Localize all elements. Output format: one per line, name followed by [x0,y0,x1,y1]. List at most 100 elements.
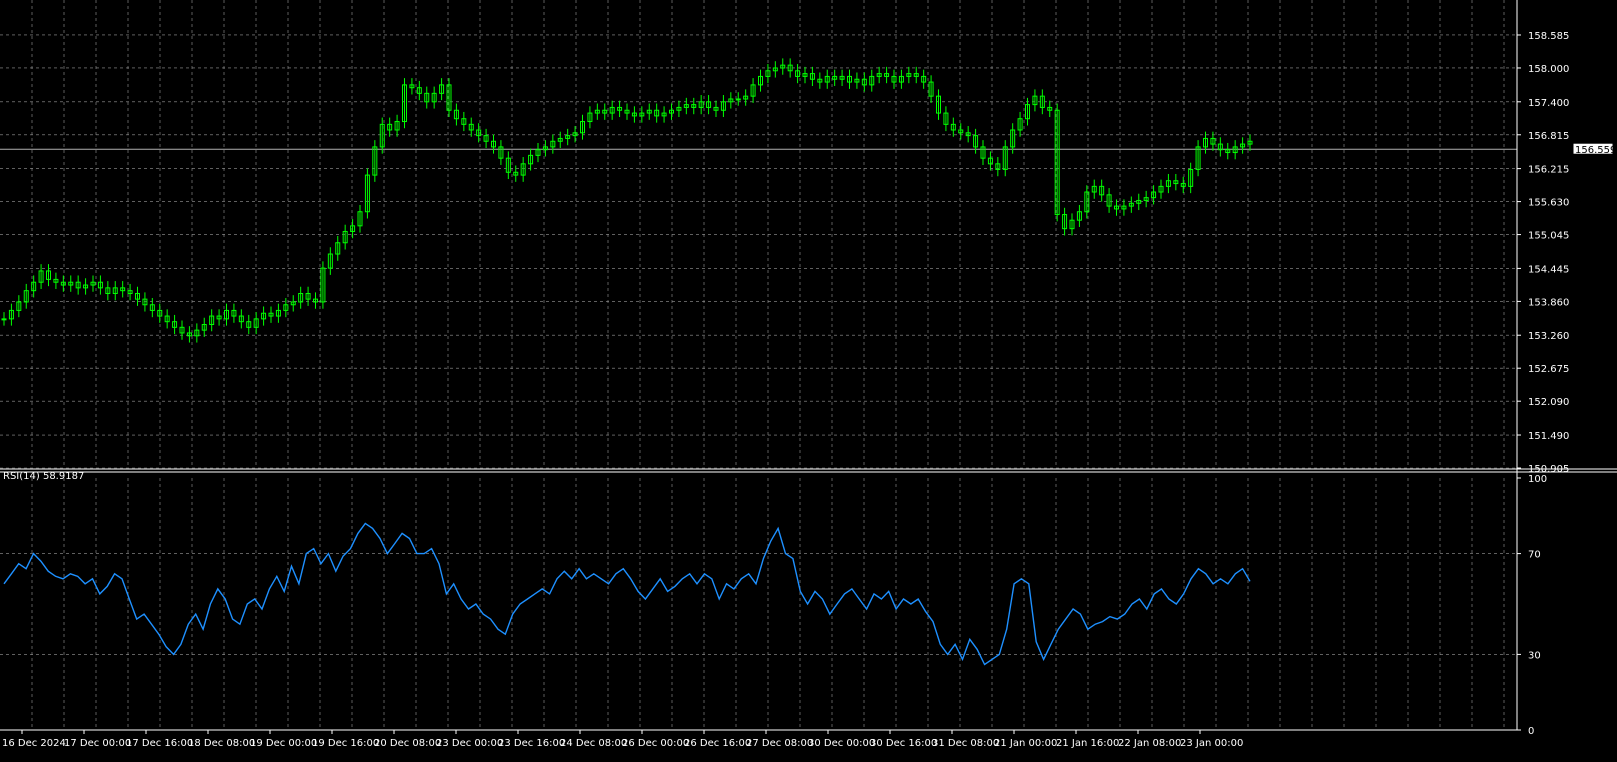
price-candle[interactable] [16,295,22,318]
price-candle[interactable] [112,281,118,301]
price-candle[interactable] [572,126,578,143]
price-candle[interactable] [1069,213,1075,236]
price-candle[interactable] [795,64,801,84]
chart-canvas[interactable]: 158.585 158.000 157.400 156.815 156.215 155.6… [0,0,1617,758]
price-candle[interactable] [127,283,133,301]
price-candle[interactable] [453,103,459,126]
price-candle[interactable] [387,117,393,137]
price-candle[interactable] [691,97,697,115]
price-candle[interactable] [1128,196,1134,213]
price-candle[interactable] [995,157,1001,177]
price-candle[interactable] [906,66,912,84]
price-candle[interactable] [468,117,474,137]
price-candle[interactable] [958,123,964,140]
price-candle[interactable] [876,66,882,84]
price-candle[interactable] [973,128,979,154]
price-candle[interactable] [120,281,126,298]
price-candle[interactable] [839,69,845,87]
rsi-panel[interactable] [3,522,1251,666]
price-candle[interactable] [216,309,222,326]
price-candle[interactable] [483,128,489,149]
price-candle[interactable] [1165,173,1171,194]
price-candle[interactable] [750,78,756,103]
price-candle[interactable] [602,103,608,120]
price-candle[interactable] [1247,134,1253,151]
price-candle[interactable] [817,72,823,89]
price-candle[interactable] [461,111,467,132]
price-candle[interactable] [46,264,51,287]
price-candle[interactable] [1099,179,1105,202]
price-candle[interactable] [1188,162,1194,194]
price-candle[interactable] [164,309,170,329]
price-candle[interactable] [780,58,786,75]
price-candle[interactable] [861,72,867,92]
price-candle[interactable] [1217,137,1223,157]
price-candle[interactable] [68,275,74,292]
price-candle[interactable] [268,306,274,323]
price-candle[interactable] [231,303,237,323]
price-candle[interactable] [847,69,852,89]
price-candle[interactable] [854,72,860,89]
price-candle[interactable] [550,134,556,154]
rsi-series-line[interactable] [3,522,1251,666]
price-candle[interactable] [1195,140,1201,177]
price-candle[interactable] [105,281,111,301]
price-candle[interactable] [1002,140,1008,177]
price-candle[interactable] [201,317,207,337]
price-candle[interactable] [424,86,430,109]
price-candle[interactable] [275,303,281,323]
price-candle[interactable] [943,106,949,132]
price-candle[interactable] [224,303,229,326]
price-candle[interactable] [402,78,407,129]
price-candle[interactable] [172,314,178,335]
price-candle[interactable] [928,75,934,103]
price-candle[interactable] [342,224,348,250]
price-candle[interactable] [1047,100,1053,118]
price-candle[interactable] [149,298,155,318]
price-candle[interactable] [661,106,667,123]
price-candle[interactable] [728,92,734,109]
price-candle[interactable] [1240,137,1246,154]
price-candle[interactable] [75,275,81,295]
price-candle[interactable] [364,168,370,219]
price-candle[interactable] [987,151,993,171]
price-candle[interactable] [313,292,318,309]
price-candle[interactable] [439,78,445,101]
price-candle[interactable] [1017,111,1023,137]
price-candle[interactable] [683,97,689,115]
price-candle[interactable] [913,66,919,84]
price-candle[interactable] [594,103,600,120]
price-candle[interactable] [305,286,311,306]
price-candle[interactable] [1032,89,1038,112]
price-candle[interactable] [824,69,830,89]
price-candle[interactable] [617,100,623,118]
price-candle[interactable] [654,103,660,123]
price-candle[interactable] [631,106,637,123]
price-candle[interactable] [869,69,875,92]
trading-chart[interactable]: 158.585 158.000 157.400 156.815 156.215 155.6… [0,0,1617,758]
price-candle[interactable] [936,89,941,120]
price-candle[interactable] [335,235,341,261]
price-candle[interactable] [246,314,252,335]
price-candle[interactable] [23,283,29,309]
price-candle[interactable] [535,142,541,163]
price-candle[interactable] [431,86,437,109]
price-candle[interactable] [1143,190,1149,208]
price-candle[interactable] [1232,140,1238,160]
price-candle[interactable] [891,69,897,89]
price-candle[interactable] [832,69,838,87]
price-candle[interactable] [186,326,192,343]
price-candle[interactable] [505,151,511,180]
price-candle[interactable] [90,275,96,292]
price-candle[interactable] [639,106,645,123]
price-candle[interactable] [135,286,140,306]
price-candle[interactable] [357,204,363,233]
price-candle[interactable] [528,148,534,171]
price-candle[interactable] [253,312,259,335]
price-candle[interactable] [60,275,66,292]
price-candle[interactable] [802,66,808,84]
price-candle[interactable] [38,264,44,289]
price-candle[interactable] [142,292,148,312]
price-candle[interactable] [1173,173,1179,191]
price-candle[interactable] [580,114,585,140]
